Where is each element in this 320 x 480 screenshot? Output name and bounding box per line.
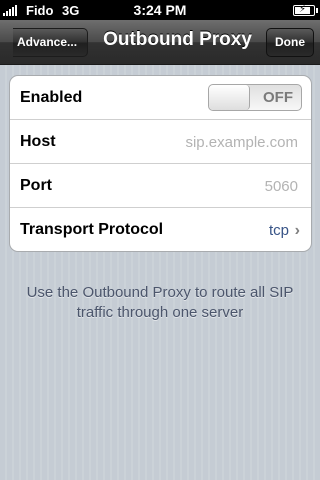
host-label: Host [20, 133, 56, 150]
footer-note: Use the Outbound Proxy to route all SIP … [26, 284, 294, 321]
status-bar: Fido 3G 3:24 PM ⚡ [0, 0, 320, 20]
transport-protocol-value: tcp [268, 222, 289, 239]
port-label: Port [20, 177, 52, 194]
enabled-label: Enabled [20, 89, 83, 106]
toggle-state-text: OFF [263, 89, 293, 106]
enabled-row: Enabled OFF [10, 76, 311, 119]
settings-table: Enabled OFF Host sip.example.com Port 50… [9, 75, 312, 252]
toggle-knob[interactable] [209, 85, 250, 110]
port-field[interactable]: 5060 [265, 178, 298, 195]
battery-charging-icon: ⚡ [293, 4, 318, 16]
chevron-right-icon: › [294, 222, 300, 239]
done-button[interactable]: Done [266, 28, 314, 57]
status-time: 3:24 PM [133, 2, 187, 18]
transport-protocol-row[interactable]: Transport Protocol tcp › [10, 207, 311, 251]
navigation-bar: Advance... Outbound Proxy Done [0, 20, 320, 65]
host-field[interactable]: sip.example.com [185, 134, 298, 151]
transport-protocol-label: Transport Protocol [20, 221, 164, 238]
back-button-label: Advance... [17, 35, 78, 49]
port-row[interactable]: Port 5060 [10, 163, 311, 207]
page-title: Outbound Proxy [103, 29, 252, 50]
enabled-toggle[interactable]: OFF [208, 84, 302, 111]
back-button[interactable]: Advance... [0, 27, 88, 59]
host-row[interactable]: Host sip.example.com [10, 119, 311, 163]
